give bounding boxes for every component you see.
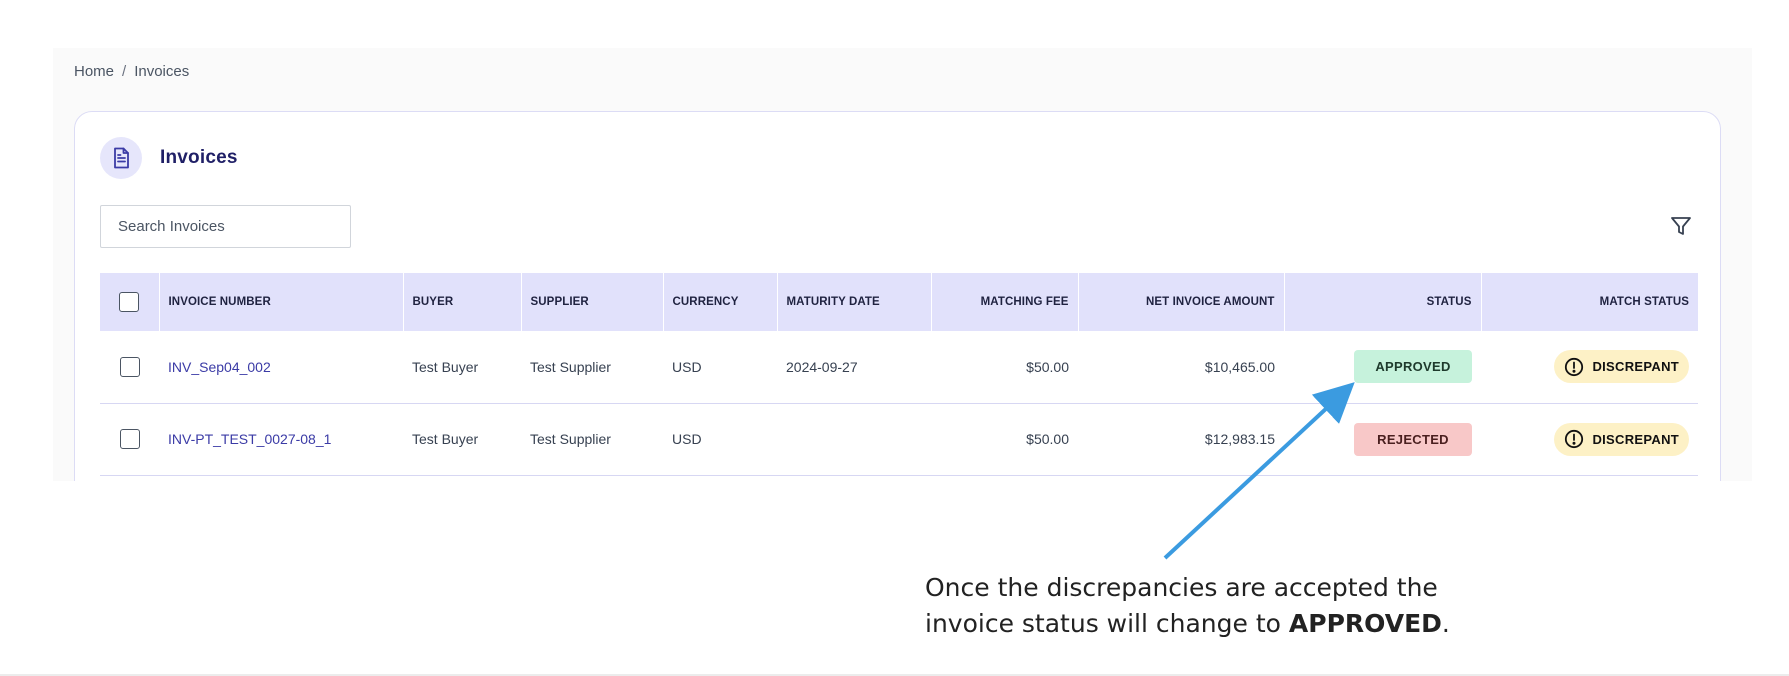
- invoice-number-link[interactable]: INV_Sep04_002: [168, 359, 271, 375]
- matching-fee-cell: $50.00: [1026, 358, 1069, 375]
- net-invoice-amount-cell: $12,983.15: [1204, 431, 1275, 447]
- alert-circle-icon: [1565, 357, 1584, 376]
- column-header-currency[interactable]: CURRENCY: [663, 273, 778, 331]
- row-checkbox[interactable]: [119, 429, 140, 449]
- row-select-cell: [100, 403, 159, 475]
- status-cell: APPROVED: [1284, 331, 1481, 403]
- breadcrumb: Home / Invoices: [74, 63, 189, 80]
- status-badge-rejected: REJECTED: [1354, 422, 1472, 456]
- match-status-cell: DISCREPANT: [1481, 403, 1698, 475]
- match-status-badge: DISCREPANT: [1554, 350, 1689, 384]
- alert-circle-icon: [1565, 429, 1584, 449]
- annotation-callout: Once the discrepancies are accepted the …: [925, 570, 1465, 642]
- supplier-cell: Test Supplier: [530, 431, 611, 447]
- annotation-highlight: APPROVED: [1288, 609, 1442, 638]
- currency-cell: USD: [672, 431, 702, 447]
- annotation-line-2: invoice status will change to APPROVED.: [925, 606, 1465, 642]
- status-badge-approved: APPROVED: [1354, 350, 1472, 384]
- match-status-label: DISCREPANT: [1592, 359, 1679, 375]
- breadcrumb-separator: /: [122, 63, 127, 80]
- match-status-badge: DISCREPANT: [1554, 422, 1689, 456]
- row-checkbox[interactable]: [119, 356, 140, 377]
- select-all-cell: [100, 273, 160, 331]
- invoice-number-cell: INV_Sep04_002: [159, 331, 403, 403]
- select-all-checkbox[interactable]: [119, 292, 140, 312]
- card-header: Invoices: [100, 137, 238, 179]
- invoice-number-link[interactable]: INV-PT_TEST_0027-08_1: [168, 431, 331, 447]
- table-row[interactable]: INV_Sep04_002 Test Buyer Test Supplier U…: [100, 331, 1698, 403]
- status-cell: REJECTED: [1284, 403, 1481, 475]
- matching-fee-cell: $50.00: [1026, 431, 1069, 447]
- buyer-cell: Test Buyer: [412, 431, 479, 447]
- column-header-status[interactable]: STATUS: [1284, 273, 1482, 331]
- match-status-label: DISCREPANT: [1592, 431, 1679, 447]
- currency-cell: USD: [672, 358, 702, 375]
- breadcrumb-home[interactable]: Home: [74, 63, 114, 80]
- app-frame: Home / Invoices Invoices Search Invoices…: [53, 48, 1752, 481]
- document-icon: [100, 137, 142, 179]
- maturity-date-cell: [777, 403, 931, 475]
- search-input[interactable]: [100, 205, 351, 248]
- invoices-card: Invoices Search Invoices INVOICE NUMBER …: [74, 111, 1721, 481]
- annotation-line-2-prefix: invoice status will change to: [925, 609, 1281, 638]
- buyer-cell: Test Buyer: [412, 358, 479, 375]
- table-header-row: INVOICE NUMBER BUYER SUPPLIER CURRENCY M…: [100, 273, 1698, 331]
- column-header-maturity-date[interactable]: MATURITY DATE: [777, 273, 932, 331]
- column-header-supplier[interactable]: SUPPLIER: [521, 273, 664, 331]
- column-header-net-invoice-amount[interactable]: NET INVOICE AMOUNT: [1078, 273, 1285, 331]
- breadcrumb-current: Invoices: [134, 63, 190, 80]
- supplier-cell: Test Supplier: [530, 358, 611, 375]
- column-header-invoice-number[interactable]: INVOICE NUMBER: [159, 273, 404, 331]
- match-status-cell: DISCREPANT: [1481, 331, 1698, 403]
- net-invoice-amount-cell: $10,465.00: [1204, 358, 1275, 375]
- row-select-cell: [100, 331, 159, 403]
- maturity-date-cell: 2024-09-27: [786, 358, 858, 375]
- page-title: Invoices: [160, 147, 238, 168]
- invoices-table: INVOICE NUMBER BUYER SUPPLIER CURRENCY M…: [100, 273, 1698, 476]
- annotation-line-1: Once the discrepancies are accepted the: [925, 573, 1438, 602]
- column-header-match-status[interactable]: MATCH STATUS: [1481, 273, 1698, 331]
- invoice-number-cell: INV-PT_TEST_0027-08_1: [159, 403, 403, 475]
- column-header-buyer[interactable]: BUYER: [403, 273, 522, 331]
- annotation-line-2-suffix: .: [1441, 609, 1450, 638]
- column-header-matching-fee[interactable]: MATCHING FEE: [931, 273, 1079, 331]
- table-row[interactable]: INV-PT_TEST_0027-08_1 Test Buyer Test Su…: [100, 403, 1698, 475]
- filter-icon[interactable]: [1670, 215, 1692, 237]
